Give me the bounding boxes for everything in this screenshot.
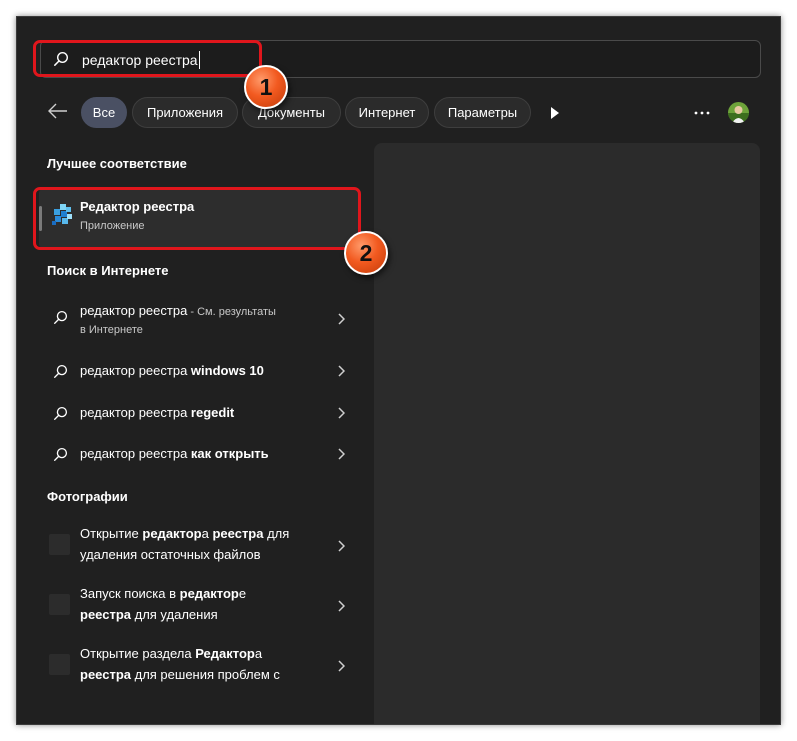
chevron-right-icon — [338, 600, 345, 612]
photo-thumbnail — [49, 654, 70, 675]
photo-result-line2: реестра для решения проблем с — [80, 667, 280, 682]
chevron-right-icon — [338, 660, 345, 672]
filter-internet[interactable]: Интернет — [345, 97, 429, 128]
filter-apps[interactable]: Приложения — [132, 97, 238, 128]
arrow-left-icon[interactable] — [47, 102, 69, 120]
photo-result-line1: Запуск поиска в редакторе — [80, 586, 247, 601]
preview-pane — [374, 143, 760, 724]
web-result-text: редактор реестра regedit — [80, 405, 235, 420]
play-icon[interactable] — [550, 107, 560, 119]
chevron-right-icon — [338, 540, 345, 552]
web-result-2[interactable]: редактор реестра windows 10 — [39, 356, 359, 386]
chevron-right-icon — [338, 313, 345, 325]
photos-heading: Фотографии — [47, 489, 128, 504]
search-icon — [53, 364, 68, 379]
filter-all[interactable]: Все — [81, 97, 127, 128]
photo-thumbnail — [49, 594, 70, 615]
photo-result-1[interactable]: Открытие редактора реестра для удаления … — [39, 521, 359, 573]
step-badge-1: 1 — [244, 65, 288, 109]
chevron-right-icon — [338, 365, 345, 377]
photo-result-line1: Открытие редактора реестра для — [80, 526, 290, 541]
start-search-window: редактор реестра Все Приложения Документ… — [16, 16, 781, 725]
photo-result-2[interactable]: Запуск поиска в редакторе реестра для уд… — [39, 581, 359, 633]
photo-result-line2: реестра для удаления — [80, 607, 218, 622]
step-badge-2: 2 — [344, 231, 388, 275]
web-search-heading: Поиск в Интернете — [47, 263, 169, 278]
ellipsis-icon[interactable] — [694, 111, 710, 115]
photo-thumbnail — [49, 534, 70, 555]
web-result-text: редактор реестра windows 10 — [80, 363, 264, 378]
chevron-right-icon — [338, 407, 345, 419]
web-result-4[interactable]: редактор реестра как открыть — [39, 439, 359, 469]
photo-result-line1: Открытие раздела Редактора — [80, 646, 263, 661]
highlight-best-match — [33, 187, 361, 250]
search-icon — [53, 447, 68, 462]
web-result-3[interactable]: редактор реестра regedit — [39, 398, 359, 428]
photo-result-3[interactable]: Открытие раздела Редактора реестра для р… — [39, 641, 359, 693]
search-icon — [53, 406, 68, 421]
web-result-subtext: в Интернете — [80, 324, 143, 336]
avatar[interactable] — [728, 102, 749, 123]
web-result-text: редактор реестра - См. результаты — [80, 303, 276, 318]
filter-settings[interactable]: Параметры — [434, 97, 531, 128]
web-result-text: редактор реестра как открыть — [80, 446, 269, 461]
web-result-1[interactable]: редактор реестра - См. результаты в Инте… — [39, 295, 359, 343]
photo-result-line2: удаления остаточных файлов — [80, 547, 261, 562]
search-icon — [53, 310, 68, 325]
chevron-right-icon — [338, 448, 345, 460]
highlight-search — [33, 40, 262, 77]
best-match-heading: Лучшее соответствие — [47, 156, 187, 171]
